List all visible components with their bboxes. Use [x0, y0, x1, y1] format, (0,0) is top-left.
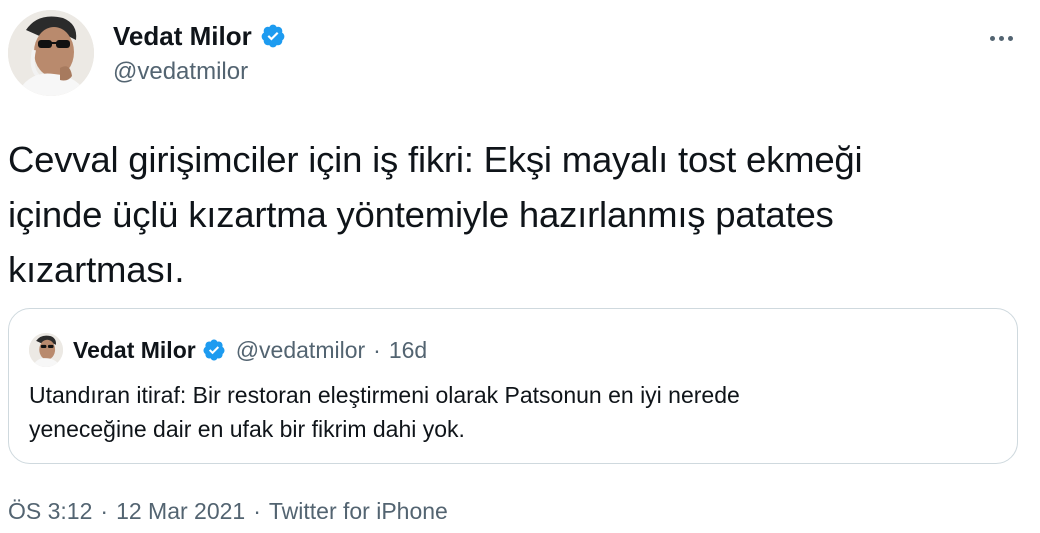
tweet-metadata: ÖS 3:12 · 12 Mar 2021 · Twitter for iPho… — [8, 496, 448, 526]
tweet-text: Cevval girişimciler için iş fikri: Ekşi … — [8, 139, 863, 290]
quoted-tweet-card[interactable]: Vedat Milor @vedatmilor · 16d Utandıran … — [8, 308, 1018, 464]
tweet-source[interactable]: Twitter for iPhone — [269, 496, 448, 526]
quoted-tweet-text: Utandıran itiraf: Bir restoran eleştirme… — [29, 382, 740, 442]
quoted-author-avatar[interactable] — [29, 333, 63, 367]
person-with-glasses-avatar — [29, 333, 63, 367]
quoted-tweet-header: Vedat Milor @vedatmilor · 16d — [29, 333, 427, 367]
quoted-author-handle[interactable]: @vedatmilor — [236, 335, 365, 365]
author-name[interactable]: Vedat Milor — [113, 20, 252, 52]
verified-badge-icon — [202, 338, 236, 362]
quoted-tweet-time[interactable]: 16d — [389, 335, 427, 365]
author-handle[interactable]: @vedatmilor — [113, 57, 248, 87]
more-options-icon[interactable] — [985, 28, 1017, 48]
author-name-row[interactable]: Vedat Milor — [113, 20, 286, 52]
tweet-time[interactable]: ÖS 3:12 — [8, 496, 92, 526]
author-avatar[interactable] — [8, 10, 94, 96]
tweet-date[interactable]: 12 Mar 2021 — [116, 496, 245, 526]
separator: · — [100, 498, 109, 524]
separator: · — [253, 498, 261, 524]
dot — [1007, 35, 1013, 41]
dot — [998, 35, 1004, 41]
verified-badge-icon — [260, 23, 286, 49]
quoted-author-name[interactable]: Vedat Milor — [73, 335, 196, 365]
person-with-glasses-avatar — [8, 10, 94, 96]
dot — [989, 35, 995, 41]
separator: · — [373, 337, 381, 363]
